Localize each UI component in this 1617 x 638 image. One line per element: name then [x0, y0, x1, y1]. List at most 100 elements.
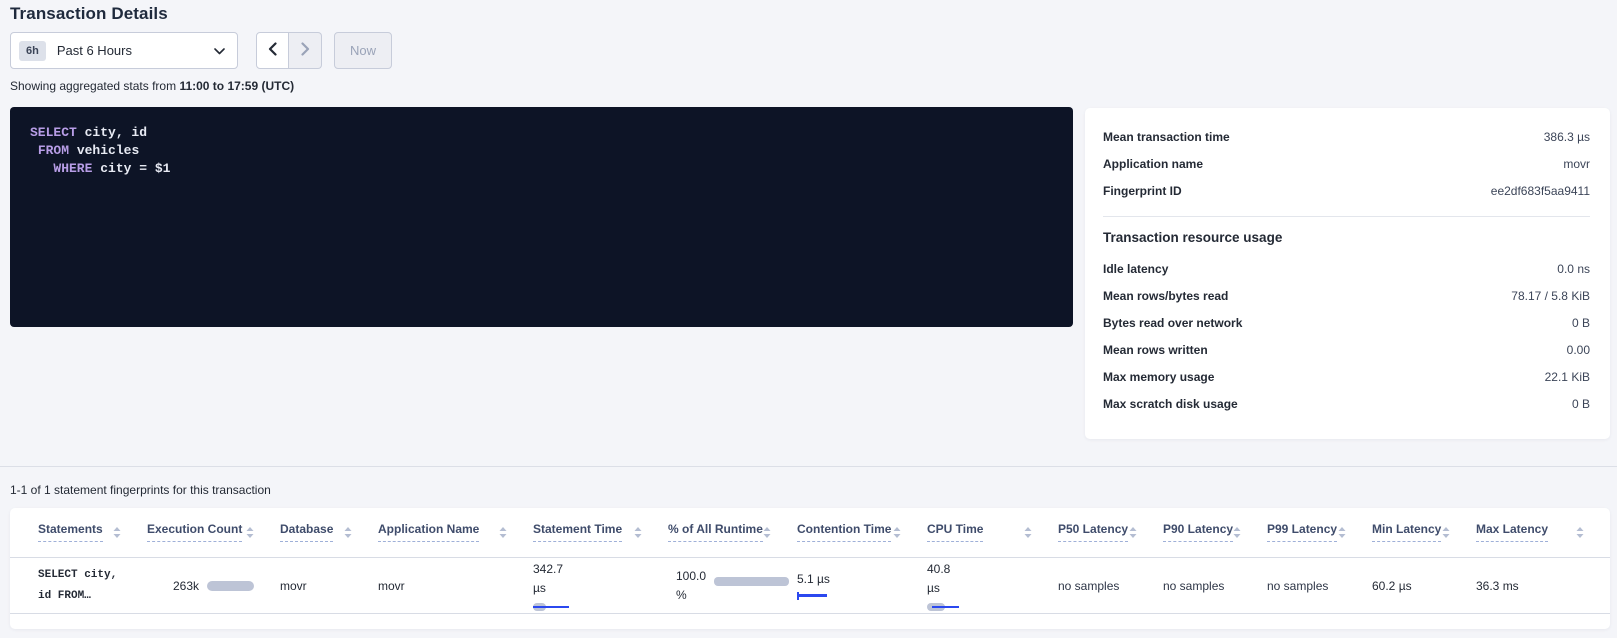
resource-usage-row: Max scratch disk usage 0 B: [1103, 390, 1590, 417]
resource-row-value: 0.0 ns: [1557, 262, 1590, 276]
transaction-summary-card: Mean transaction time 386.3 µs Applicati…: [1085, 108, 1610, 439]
sort-icon: [634, 525, 642, 543]
sql-line: WHERE city = $1: [30, 160, 1053, 178]
runtime-pct-unit: %: [676, 586, 687, 605]
sql-keyword: WHERE: [53, 161, 92, 176]
column-header-statements[interactable]: Statements: [38, 522, 147, 557]
resource-row-value: 0 B: [1572, 316, 1590, 330]
time-range-badge: 6h: [19, 41, 46, 61]
chevron-right-icon: [301, 42, 310, 59]
sort-icon: [113, 525, 121, 543]
database-cell: movr: [280, 558, 378, 613]
column-header-max-latency[interactable]: Max Latency: [1476, 522, 1610, 557]
statement-time-unit: µs: [533, 579, 546, 598]
resource-usage-row: Mean rows written 0.00: [1103, 336, 1590, 363]
resource-usage-title: Transaction resource usage: [1103, 230, 1590, 245]
column-header-p90-latency[interactable]: P90 Latency: [1163, 522, 1267, 557]
column-header-execution-count[interactable]: Execution Count: [147, 522, 280, 557]
resource-row-label: Max scratch disk usage: [1103, 397, 1238, 411]
column-header-p99-latency[interactable]: P99 Latency: [1267, 522, 1372, 557]
sort-icon: [246, 525, 254, 543]
column-header-runtime-pct[interactable]: % of All Runtime: [668, 522, 797, 557]
contention-time-value: 5.1 µs: [797, 572, 830, 586]
chevron-down-icon: [214, 42, 225, 60]
statement-row: SELECT city,id FROM… 263k movr movr 342.…: [10, 558, 1610, 614]
aggregated-stats-caption: Showing aggregated stats from 11:00 to 1…: [10, 79, 294, 93]
summary-row-value: 386.3 µs: [1544, 130, 1590, 144]
summary-row-value: movr: [1563, 157, 1590, 171]
statement-time-bar: [533, 603, 573, 611]
prev-range-button[interactable]: [256, 32, 289, 69]
p99-latency-cell: no samples: [1267, 558, 1372, 613]
summary-row-label: Mean transaction time: [1103, 130, 1230, 144]
runtime-pct-cell: 100.0%: [668, 558, 797, 613]
statement-time-cell: 342.7µs: [533, 558, 668, 613]
summary-row: Fingerprint ID ee2df683f5aa9411: [1103, 177, 1590, 204]
sql-keyword: SELECT: [30, 125, 77, 140]
p90-latency-value: no samples: [1163, 579, 1224, 593]
sort-icon: [1233, 525, 1241, 543]
column-header-cpu-time[interactable]: CPU Time: [927, 522, 1058, 557]
sort-icon: [763, 525, 771, 543]
sql-line: FROM vehicles: [30, 142, 1053, 160]
time-range-dropdown[interactable]: 6h Past 6 Hours: [10, 32, 238, 69]
application-name-value: movr: [378, 579, 405, 593]
column-header-database[interactable]: Database: [280, 522, 378, 557]
section-divider: [0, 466, 1617, 467]
column-header-application-name[interactable]: Application Name: [378, 522, 533, 557]
sort-icon: [1024, 525, 1032, 543]
database-value: movr: [280, 579, 307, 593]
runtime-pct-value: 100.0: [676, 567, 706, 586]
column-header-contention-time[interactable]: Contention Time: [797, 522, 927, 557]
time-controls: 6h Past 6 Hours Now: [10, 32, 392, 69]
caption-prefix: Showing aggregated stats from: [10, 79, 179, 93]
summary-row: Application name movr: [1103, 150, 1590, 177]
resource-row-value: 22.1 KiB: [1545, 370, 1590, 384]
now-button[interactable]: Now: [334, 32, 392, 69]
cpu-time-unit: µs: [927, 579, 940, 598]
sql-statement-box: SELECT city, id FROM vehicles WHERE city…: [10, 107, 1073, 327]
statements-table: Statements Execution Count Database Appl…: [10, 508, 1610, 629]
p90-latency-cell: no samples: [1163, 558, 1267, 613]
resource-row-value: 78.17 / 5.8 KiB: [1511, 289, 1590, 303]
max-latency-value: 36.3 ms: [1476, 579, 1519, 593]
resource-usage-rows: Idle latency 0.0 ns Mean rows/bytes read…: [1103, 255, 1590, 417]
time-range-label: Past 6 Hours: [57, 43, 214, 58]
column-header-statement-time[interactable]: Statement Time: [533, 522, 668, 557]
min-latency-value: 60.2 µs: [1372, 579, 1412, 593]
sort-icon: [893, 525, 901, 543]
sort-icon: [344, 525, 352, 543]
page-title: Transaction Details: [10, 4, 168, 24]
statement-count-caption: 1-1 of 1 statement fingerprints for this…: [10, 483, 271, 497]
column-header-min-latency[interactable]: Min Latency: [1372, 522, 1476, 557]
summary-row-label: Application name: [1103, 157, 1203, 171]
statements-table-header: Statements Execution Count Database Appl…: [10, 508, 1610, 558]
p50-latency-value: no samples: [1058, 579, 1119, 593]
sort-icon: [1129, 525, 1137, 543]
next-range-button[interactable]: [289, 32, 322, 69]
sql-keyword: FROM: [38, 143, 69, 158]
min-latency-cell: 60.2 µs: [1372, 558, 1476, 613]
summary-row-value: ee2df683f5aa9411: [1491, 184, 1590, 198]
execution-count-cell: 263k: [147, 558, 280, 613]
sort-icon: [1338, 525, 1346, 543]
runtime-pct-bar: [714, 577, 789, 586]
sort-icon: [499, 525, 507, 543]
max-latency-cell: 36.3 ms: [1476, 558, 1610, 613]
summary-row-label: Fingerprint ID: [1103, 184, 1182, 198]
summary-row: Mean transaction time 386.3 µs: [1103, 123, 1590, 150]
resource-row-value: 0.00: [1567, 343, 1590, 357]
p99-latency-value: no samples: [1267, 579, 1328, 593]
resource-usage-row: Max memory usage 22.1 KiB: [1103, 363, 1590, 390]
cpu-time-cell: 40.8µs: [927, 558, 1058, 613]
resource-row-value: 0 B: [1572, 397, 1590, 411]
card-divider: [1103, 216, 1590, 217]
resource-usage-row: Idle latency 0.0 ns: [1103, 255, 1590, 282]
column-header-p50-latency[interactable]: P50 Latency: [1058, 522, 1163, 557]
contention-time-bar: [797, 592, 829, 600]
contention-time-cell: 5.1 µs: [797, 558, 927, 613]
statement-link[interactable]: SELECT city,id FROM…: [38, 565, 117, 607]
cpu-time-bar: [927, 603, 967, 611]
chevron-left-icon: [268, 42, 277, 59]
resource-usage-row: Mean rows/bytes read 78.17 / 5.8 KiB: [1103, 282, 1590, 309]
